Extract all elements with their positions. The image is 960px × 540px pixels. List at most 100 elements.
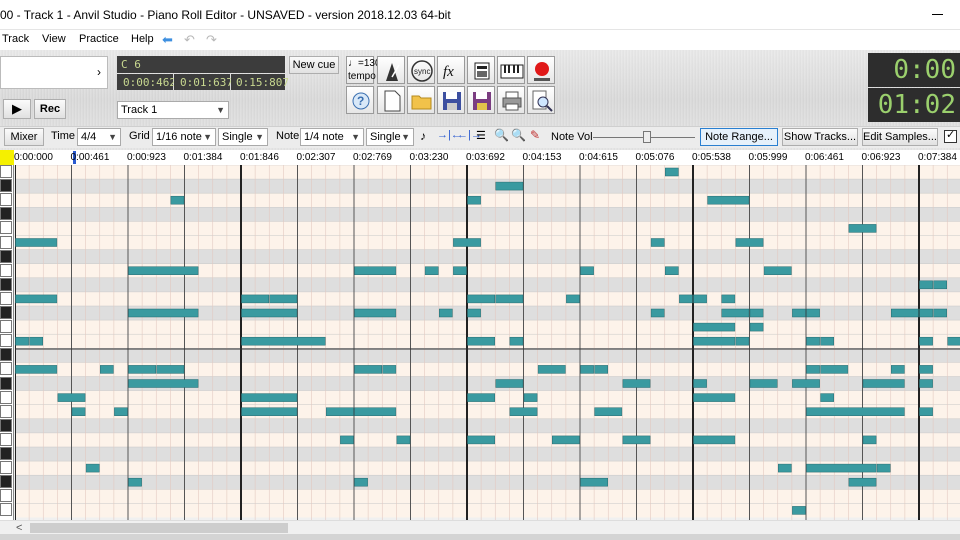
note-grid-canvas[interactable] xyxy=(15,165,960,520)
note-block[interactable] xyxy=(467,435,495,445)
note-block[interactable] xyxy=(537,365,566,374)
piano-key-white[interactable] xyxy=(0,235,12,249)
note-block[interactable] xyxy=(749,308,764,318)
note-block[interactable] xyxy=(792,379,820,388)
note-block[interactable] xyxy=(820,365,849,374)
note-block[interactable] xyxy=(693,294,707,304)
note-block[interactable] xyxy=(15,365,58,374)
note-block[interactable] xyxy=(15,336,29,346)
track-panel[interactable]: › xyxy=(0,56,108,89)
piano-key-black[interactable] xyxy=(0,306,12,319)
note-block[interactable] xyxy=(876,463,891,473)
loop-start-marker[interactable] xyxy=(0,150,14,165)
piano-key-black[interactable] xyxy=(0,249,12,263)
note-block[interactable] xyxy=(806,336,820,346)
note-block[interactable] xyxy=(241,294,269,304)
print-button[interactable] xyxy=(497,86,525,114)
record-button[interactable] xyxy=(527,56,555,84)
piano-key-black[interactable] xyxy=(0,376,12,390)
scroll-left-icon[interactable]: < xyxy=(16,522,22,534)
note-block[interactable] xyxy=(467,195,481,205)
piano-key-white[interactable] xyxy=(0,291,12,305)
note-block[interactable] xyxy=(650,308,665,318)
play-button[interactable]: ▶ xyxy=(3,99,31,119)
note-block[interactable] xyxy=(891,308,919,318)
note-block[interactable] xyxy=(128,477,142,487)
sync-button[interactable]: sync xyxy=(407,56,435,84)
eraser-icon[interactable]: ✎ xyxy=(530,128,540,142)
show-tracks-button[interactable]: Show Tracks... xyxy=(782,128,858,146)
note-block[interactable] xyxy=(439,308,453,318)
note-block[interactable] xyxy=(29,336,43,346)
note-block[interactable] xyxy=(382,365,397,374)
note-block[interactable] xyxy=(354,477,368,487)
undo-icon[interactable]: ↶ xyxy=(184,32,195,48)
note-block[interactable] xyxy=(622,435,651,445)
note-block[interactable] xyxy=(467,308,481,318)
note-block[interactable] xyxy=(396,435,411,445)
help-button[interactable]: ? xyxy=(346,86,374,114)
note-block[interactable] xyxy=(919,379,933,388)
chevron-right-icon[interactable]: › xyxy=(97,65,101,79)
note-block[interactable] xyxy=(622,379,651,388)
note-block[interactable] xyxy=(806,463,877,473)
piano-key-white[interactable] xyxy=(0,165,12,178)
minimize-icon[interactable] xyxy=(932,7,946,21)
piano-key-black[interactable] xyxy=(0,207,12,221)
note-block[interactable] xyxy=(919,308,933,318)
note-block[interactable] xyxy=(707,195,750,205)
note-block[interactable] xyxy=(693,379,707,388)
track-select[interactable]: Track 1 ▼ xyxy=(117,101,229,119)
note-block[interactable] xyxy=(820,336,834,346)
piano-key-white[interactable] xyxy=(0,390,12,404)
note-block[interactable] xyxy=(792,308,806,318)
note-block[interactable] xyxy=(848,224,877,233)
note-block[interactable] xyxy=(735,336,750,346)
note-block[interactable] xyxy=(891,365,905,374)
piano-key-black[interactable] xyxy=(0,475,12,489)
note-block[interactable] xyxy=(862,435,877,445)
select-all-icon[interactable]: ☰ xyxy=(476,129,486,142)
note-block[interactable] xyxy=(71,407,86,416)
scrollbar-thumb[interactable] xyxy=(30,523,288,533)
note-block[interactable] xyxy=(778,463,792,473)
piano-key-white[interactable] xyxy=(0,461,12,475)
note-block[interactable] xyxy=(665,167,679,177)
note-block[interactable] xyxy=(848,477,877,487)
note-block[interactable] xyxy=(862,379,905,388)
note-block[interactable] xyxy=(919,280,933,290)
time-signature-select[interactable]: 4/4 ▼ xyxy=(77,128,121,146)
edit-samples-button[interactable]: Edit Samples... xyxy=(862,128,938,146)
note-block[interactable] xyxy=(354,308,397,318)
checkbox[interactable]: ✓ xyxy=(944,129,957,143)
piano-keyboard[interactable] xyxy=(0,165,14,520)
note-block[interactable] xyxy=(933,280,947,290)
piano-key-black[interactable] xyxy=(0,418,12,432)
note-block[interactable] xyxy=(354,266,397,275)
note-block[interactable] xyxy=(693,336,736,346)
note-block[interactable] xyxy=(806,407,905,416)
note-block[interactable] xyxy=(594,365,608,374)
note-block[interactable] xyxy=(467,294,495,304)
note-block[interactable] xyxy=(15,238,58,247)
note-block[interactable] xyxy=(241,407,298,416)
note-block[interactable] xyxy=(495,294,524,304)
piano-key-white[interactable] xyxy=(0,404,12,418)
menu-view[interactable]: View xyxy=(42,33,66,45)
note-block[interactable] xyxy=(128,308,199,318)
piano-key-black[interactable] xyxy=(0,277,12,291)
new-file-button[interactable] xyxy=(377,86,405,114)
fx-button[interactable]: fx xyxy=(437,56,465,84)
time-ruler[interactable]: 0:00:000 0:00:461 0:00:923 0:01:384 0:01:846… xyxy=(0,150,960,165)
rec-button[interactable]: Rec xyxy=(34,99,66,119)
note-block[interactable] xyxy=(340,435,354,445)
note-block[interactable] xyxy=(933,308,947,318)
grid-select[interactable]: 1/16 note ▼ xyxy=(152,128,216,146)
note-block[interactable] xyxy=(693,393,736,402)
note-block[interactable] xyxy=(580,266,594,275)
piano-key-black[interactable] xyxy=(0,179,12,193)
note-range-button[interactable]: Note Range... xyxy=(700,128,778,146)
print-preview-button[interactable] xyxy=(527,86,555,114)
note-block[interactable] xyxy=(241,336,326,346)
note-block[interactable] xyxy=(128,365,156,374)
